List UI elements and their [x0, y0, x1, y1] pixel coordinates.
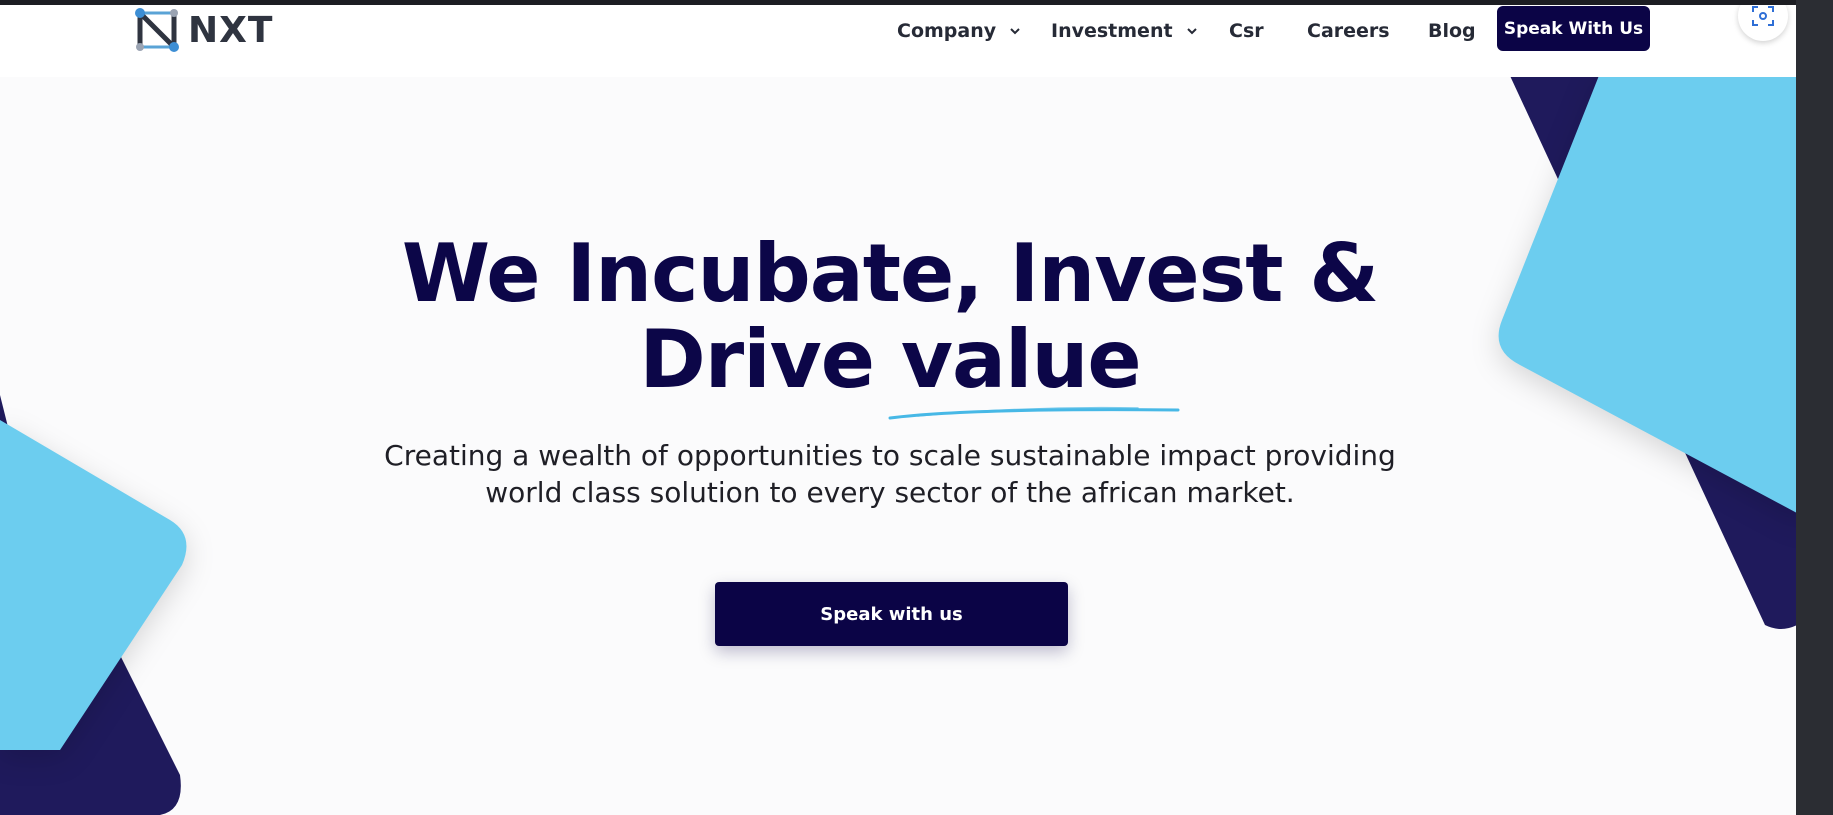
hero-title-line-2: Drive value: [639, 313, 1141, 406]
chevron-down-icon: [1010, 28, 1020, 35]
hero-subtitle-line-1: Creating a wealth of opportunities to sc…: [384, 439, 1396, 472]
nav-item-label: Csr: [1229, 20, 1264, 42]
nav-item-company[interactable]: Company: [897, 18, 1022, 44]
nav-item-careers[interactable]: Careers: [1307, 18, 1390, 44]
decor-shape-left-light: [0, 420, 187, 750]
hero-title-line-1: We Incubate, Invest &: [401, 227, 1379, 320]
nav-item-label: Investment: [1051, 20, 1173, 42]
site-header: NXT Company Investment Csr Careers Blog …: [0, 5, 1796, 77]
title-underline-stroke: [888, 406, 1180, 420]
nav-item-csr[interactable]: Csr: [1229, 18, 1264, 44]
hero-subtitle-line-2: world class solution to every sector of …: [485, 476, 1295, 509]
speak-with-us-hero-button[interactable]: Speak with us: [715, 582, 1068, 646]
browser-side-strip: [1796, 0, 1833, 815]
hero-title: We Incubate, Invest & Drive value: [380, 231, 1400, 403]
speak-with-us-nav-button[interactable]: Speak With Us: [1497, 6, 1650, 51]
nav-item-label: Careers: [1307, 20, 1390, 42]
scan-icon: [1752, 6, 1774, 26]
chevron-down-icon: [1186, 28, 1197, 35]
brand-logo[interactable]: NXT: [132, 5, 273, 55]
logo-mark-icon: [135, 8, 179, 52]
nav-item-label: Blog: [1428, 20, 1476, 42]
nav-item-label: Company: [897, 20, 997, 42]
brand-name: NXT: [188, 9, 274, 51]
page: NXT Company Investment Csr Careers Blog …: [0, 5, 1796, 815]
decor-shape-right-light: [1498, 65, 1796, 513]
nav-item-blog[interactable]: Blog: [1428, 18, 1476, 44]
nav-item-investment[interactable]: Investment: [1051, 18, 1199, 44]
hero-subtitle: Creating a wealth of opportunities to sc…: [360, 437, 1420, 511]
